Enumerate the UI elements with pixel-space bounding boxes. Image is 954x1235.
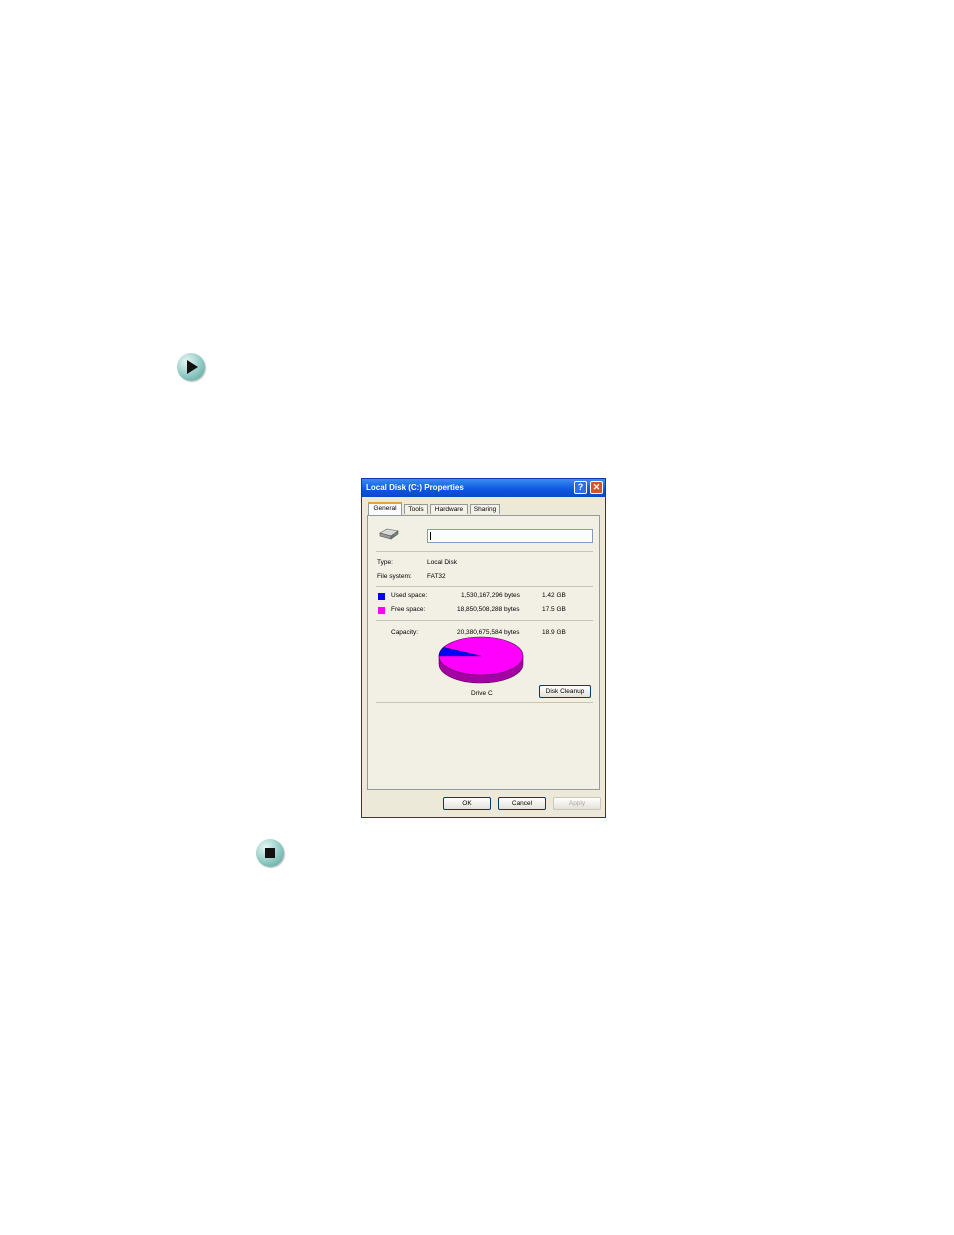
drive-caption: Drive C	[471, 690, 493, 697]
divider	[376, 551, 593, 552]
tab-tools[interactable]: Tools	[404, 504, 428, 514]
close-button[interactable]: ✕	[590, 481, 603, 494]
disk-cleanup-button[interactable]: Disk Cleanup	[539, 685, 591, 698]
properties-window: Local Disk (C:) Properties ? ✕ General T…	[361, 478, 606, 818]
divider	[376, 586, 593, 587]
divider	[376, 702, 593, 703]
used-space-gb: 1.42 GB	[542, 592, 566, 599]
next-step-arrow-icon	[177, 353, 205, 381]
type-label: Type:	[377, 559, 393, 566]
window-title: Local Disk (C:) Properties	[366, 483, 464, 492]
title-bar[interactable]: Local Disk (C:) Properties ? ✕	[362, 479, 605, 497]
hard-drive-icon	[379, 528, 399, 540]
end-of-procedure-stop-icon	[256, 839, 284, 867]
ok-button[interactable]: OK	[443, 797, 491, 810]
tab-general[interactable]: General	[368, 502, 402, 515]
capacity-gb: 18.9 GB	[542, 629, 566, 636]
tab-sharing[interactable]: Sharing	[470, 504, 500, 514]
help-button[interactable]: ?	[574, 481, 587, 494]
free-space-swatch	[378, 607, 385, 614]
used-space-label: Used space:	[391, 592, 428, 599]
used-space-bytes: 1,530,167,296 bytes	[461, 592, 520, 599]
capacity-bytes: 20,380,675,584 bytes	[457, 629, 520, 636]
file-system-label: File system:	[377, 573, 412, 580]
used-space-swatch	[378, 593, 385, 600]
tab-hardware[interactable]: Hardware	[430, 504, 468, 514]
file-system-value: FAT32	[427, 573, 446, 580]
volume-label-input[interactable]	[427, 529, 593, 543]
type-value: Local Disk	[427, 559, 457, 566]
free-space-label: Free space:	[391, 606, 426, 613]
general-panel: Type: Local Disk File system: FAT32 Used…	[367, 515, 600, 790]
free-space-gb: 17.5 GB	[542, 606, 566, 613]
disk-usage-pie-chart	[438, 636, 524, 684]
capacity-label: Capacity:	[391, 629, 419, 636]
cancel-button[interactable]: Cancel	[498, 797, 546, 810]
apply-button[interactable]: Apply	[553, 797, 601, 810]
divider	[376, 620, 593, 621]
free-space-bytes: 18,850,508,288 bytes	[457, 606, 520, 613]
text-caret	[430, 532, 431, 540]
